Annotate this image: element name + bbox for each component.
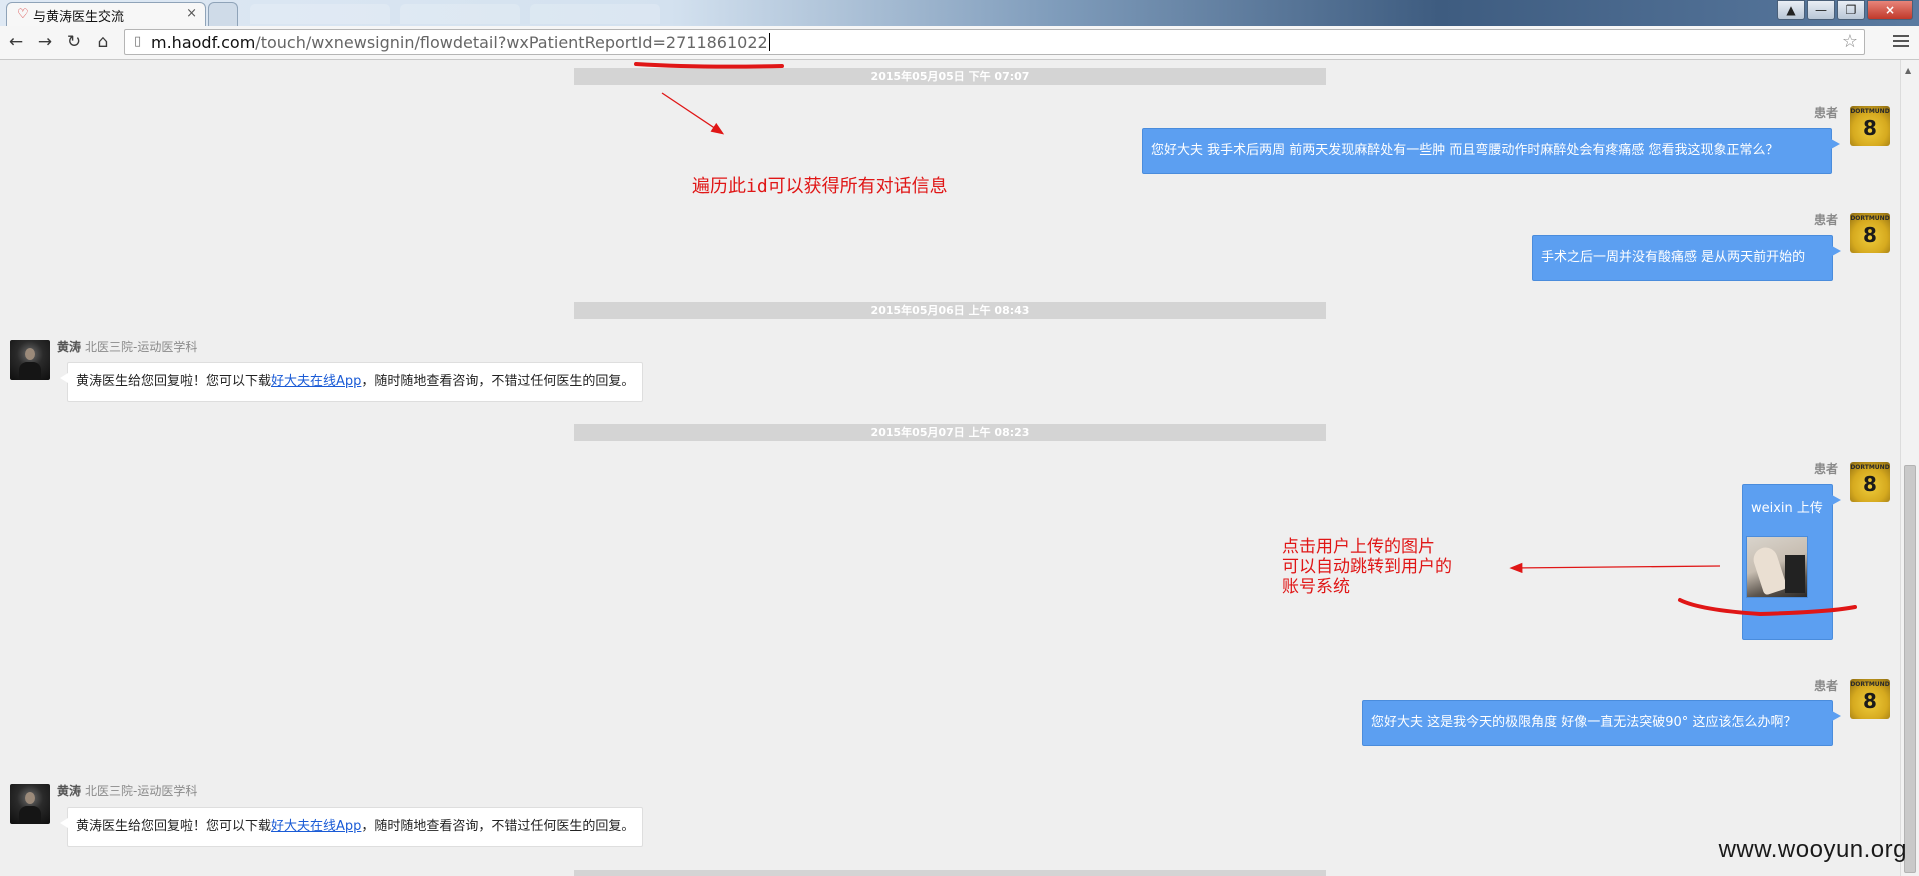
timestamp-divider: 2015年05月07日 上午 08:23 (574, 424, 1326, 441)
close-window-icon[interactable]: × (1867, 0, 1913, 20)
image-caption: weixin 上传 (1751, 501, 1823, 516)
menu-icon[interactable] (1893, 32, 1909, 50)
timestamp-divider: 2015年05月06日 上午 08:43 (574, 302, 1326, 319)
maximize-icon[interactable]: ❐ (1837, 0, 1865, 20)
minimize-icon[interactable]: — (1807, 0, 1835, 20)
patient-avatar[interactable]: DORTMUND 8 (1850, 213, 1890, 253)
timestamp-divider-partial (574, 870, 1326, 876)
tab-close-icon[interactable]: × (186, 6, 197, 21)
tab-title: 与黄涛医生交流 (33, 10, 125, 25)
scroll-thumb[interactable] (1904, 465, 1916, 873)
home-icon[interactable]: ⌂ (92, 31, 114, 53)
watermark: www.wooyun.org (1718, 836, 1907, 863)
scroll-up-icon[interactable]: ▲ (1905, 66, 1911, 75)
background-tab[interactable] (400, 4, 520, 24)
url-text[interactable]: m.haodf.com/touch/wxnewsignin/flowdetail… (151, 33, 770, 52)
doctor-message: 黄涛医生给您回复啦！您可以下载好大夫在线App，随时随地查看咨询，不错过任何医生… (59, 807, 644, 847)
patient-avatar[interactable]: DORTMUND 8 (1850, 462, 1890, 502)
url-path: /touch/wxnewsignin/flowdetail?wxPatientR… (255, 33, 768, 52)
patient-message: 您好大夫 我手术后两周 前两天发现麻醉处有一些肿 而且弯腰动作时麻醉处会有疼痛感… (1142, 128, 1840, 174)
window-controls: ▲ — ❐ × (1777, 0, 1913, 22)
doctor-avatar[interactable] (10, 340, 50, 380)
patient-message: 手术之后一周并没有酸痛感 是从两天前开始的 (1532, 235, 1841, 281)
patient-message: 您好大夫 这是我今天的极限角度 好像一直无法突破90° 这应该怎么办啊？ (1362, 700, 1841, 746)
patient-label: 患者 (1814, 106, 1839, 120)
patient-label: 患者 (1814, 679, 1839, 693)
background-tab[interactable] (530, 4, 660, 24)
browser-toolbar: ← → ↻ ⌂ ▯ m.haodf.com/touch/wxnewsignin/… (0, 26, 1919, 60)
bookmark-star-icon[interactable]: ☆ (1842, 31, 1858, 52)
haodf-heart-icon: ♡ (17, 7, 29, 22)
patient-label: 患者 (1814, 462, 1839, 476)
tab-active[interactable]: ♡ 与黄涛医生交流 × (6, 2, 206, 26)
app-download-link[interactable]: 好大夫在线App (271, 819, 361, 834)
doctor-message: 黄涛医生给您回复啦！您可以下载好大夫在线App，随时随地查看咨询，不错过任何医生… (59, 362, 644, 402)
text-caret (768, 33, 770, 51)
tab-strip: ♡ 与黄涛医生交流 × ▲ — ❐ × (0, 0, 1919, 26)
patient-label: 患者 (1814, 213, 1839, 227)
new-tab-button[interactable] (208, 2, 238, 26)
background-tab[interactable] (250, 4, 390, 24)
doctor-name-line: 黄涛 北医三院-运动医学科 (57, 782, 197, 799)
doctor-dept: 北医三院-运动医学科 (85, 340, 198, 354)
address-bar[interactable]: ▯ m.haodf.com/touch/wxnewsignin/flowdeta… (124, 29, 1865, 55)
user-icon[interactable]: ▲ (1777, 0, 1805, 20)
back-arrow-icon[interactable]: ← (5, 31, 27, 53)
forward-arrow-icon[interactable]: → (34, 31, 56, 53)
chat-page: 2015年05月05日 下午 07:07 患者 DORTMUND 8 您好大夫 我… (0, 60, 1900, 876)
url-domain: m.haodf.com (151, 33, 256, 52)
doctor-dept: 北医三院-运动医学科 (85, 784, 198, 798)
doctor-name: 黄涛 (57, 340, 82, 354)
doctor-name: 黄涛 (57, 784, 82, 798)
uploaded-photo-thumbnail[interactable] (1746, 536, 1808, 598)
doctor-name-line: 黄涛 北医三院-运动医学科 (57, 338, 197, 355)
patient-avatar[interactable]: DORTMUND 8 (1850, 679, 1890, 719)
page-scrollbar[interactable]: ▲ (1900, 60, 1919, 876)
patient-avatar[interactable]: DORTMUND 8 (1850, 106, 1890, 146)
page-icon: ▯ (134, 34, 142, 49)
app-download-link[interactable]: 好大夫在线App (271, 374, 361, 389)
annotation-id-note: 遍历此id可以获得所有对话信息 (692, 176, 948, 197)
annotation-image-note: 点击用户上传的图片 可以自动跳转到用户的 账号系统 (1282, 537, 1452, 597)
reload-icon[interactable]: ↻ (63, 31, 85, 53)
timestamp-divider: 2015年05月05日 下午 07:07 (574, 68, 1326, 85)
doctor-avatar[interactable] (10, 784, 50, 824)
